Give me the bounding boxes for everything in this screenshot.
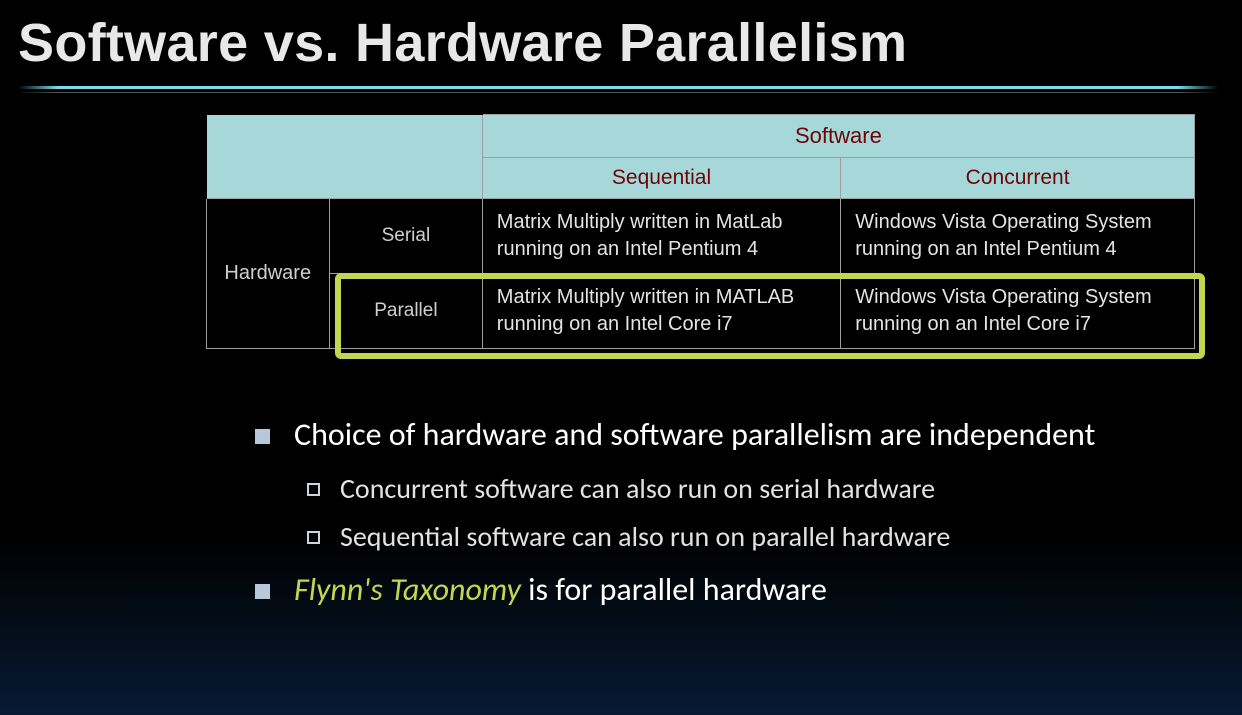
bullet-1b-text: Sequential software can also run on para… bbox=[340, 518, 950, 556]
hollow-square-bullet-icon bbox=[307, 483, 320, 496]
hollow-square-bullet-icon bbox=[307, 531, 320, 544]
table-corner-empty bbox=[206, 114, 482, 198]
comparison-table: Software Sequential Concurrent Hardware … bbox=[205, 113, 1195, 349]
bullet-1b: Sequential software can also run on para… bbox=[307, 518, 1205, 556]
comparison-table-wrap: Software Sequential Concurrent Hardware … bbox=[205, 113, 1195, 349]
table-cell-parallel-concurrent: Windows Vista Operating System running o… bbox=[841, 273, 1195, 348]
bullet-1a-text: Concurrent software can also run on seri… bbox=[340, 470, 935, 508]
table-cell-serial-concurrent: Windows Vista Operating System running o… bbox=[841, 198, 1195, 273]
bullet-2-rest: is for parallel hardware bbox=[521, 570, 827, 609]
table-subheader-serial: Serial bbox=[329, 198, 482, 273]
bullet-1a: Concurrent software can also run on seri… bbox=[307, 470, 1205, 508]
title-underline bbox=[18, 86, 1242, 93]
bullet-1-text: Choice of hardware and software parallel… bbox=[294, 415, 1095, 456]
slide: Software vs. Hardware Parallelism Softwa… bbox=[0, 0, 1242, 715]
table-row-header-hardware: Hardware bbox=[206, 198, 329, 348]
slide-title: Software vs. Hardware Parallelism bbox=[18, 12, 1242, 74]
bullet-2-emphasis: Flynn's Taxonomy bbox=[294, 570, 521, 609]
table-header-sequential: Sequential bbox=[482, 157, 840, 198]
table-cell-parallel-sequential: Matrix Multiply written in MATLAB runnin… bbox=[482, 273, 840, 348]
table-cell-serial-sequential: Matrix Multiply written in MatLab runnin… bbox=[482, 198, 840, 273]
square-bullet-icon bbox=[255, 429, 270, 444]
bullet-2: Flynn's Taxonomy is for parallel hardwar… bbox=[255, 570, 1205, 611]
title-block: Software vs. Hardware Parallelism bbox=[0, 0, 1242, 93]
bullet-2-text: Flynn's Taxonomy is for parallel hardwar… bbox=[294, 570, 827, 611]
bullet-list: Choice of hardware and software parallel… bbox=[255, 415, 1205, 625]
table-header-software: Software bbox=[482, 114, 1194, 157]
bullet-1: Choice of hardware and software parallel… bbox=[255, 415, 1205, 456]
square-bullet-icon bbox=[255, 584, 270, 599]
table-header-concurrent: Concurrent bbox=[841, 157, 1195, 198]
table-subheader-parallel: Parallel bbox=[329, 273, 482, 348]
